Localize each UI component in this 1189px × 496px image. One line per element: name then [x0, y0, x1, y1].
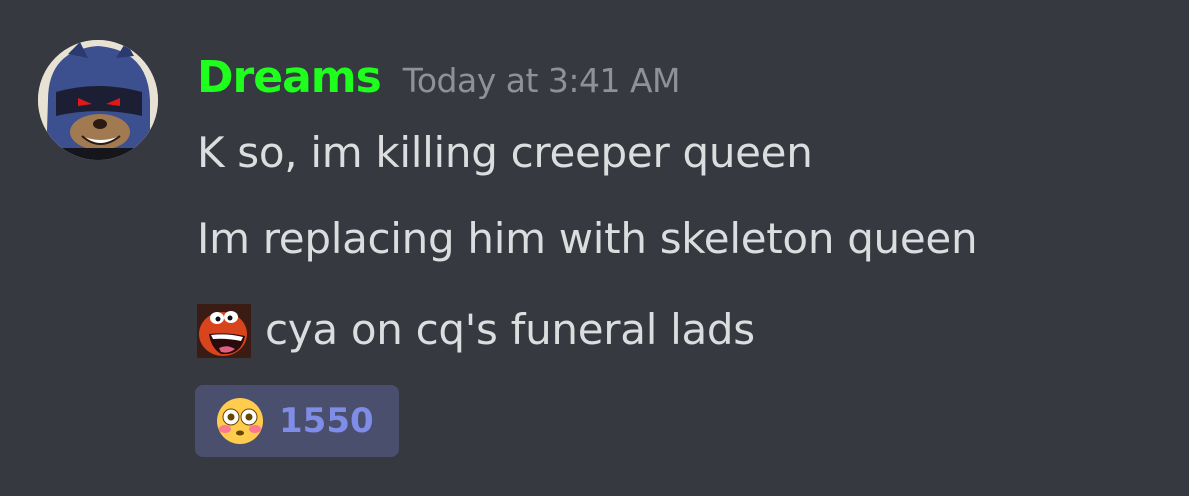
message-line: cya on cq's funeral lads [197, 300, 755, 358]
message-header: Dreams Today at 3:41 AM [197, 52, 681, 112]
avatar-image-icon [38, 40, 158, 160]
chat-message: Dreams Today at 3:41 AM K so, im killing … [0, 0, 1189, 496]
reaction-count: 1550 [279, 401, 374, 441]
message-line: Im replacing him with skeleton queen [197, 214, 978, 263]
flushed-face-emoji-icon [215, 396, 265, 446]
username[interactable]: Dreams [197, 52, 382, 103]
crash-laughing-emoji-icon[interactable] [197, 304, 251, 358]
message-line: K so, im killing creeper queen [197, 128, 813, 177]
reaction-button[interactable]: 1550 [195, 385, 399, 457]
message-timestamp[interactable]: Today at 3:41 AM [403, 61, 681, 100]
message-line-text: cya on cq's funeral lads [265, 304, 755, 354]
user-avatar[interactable] [38, 40, 158, 160]
